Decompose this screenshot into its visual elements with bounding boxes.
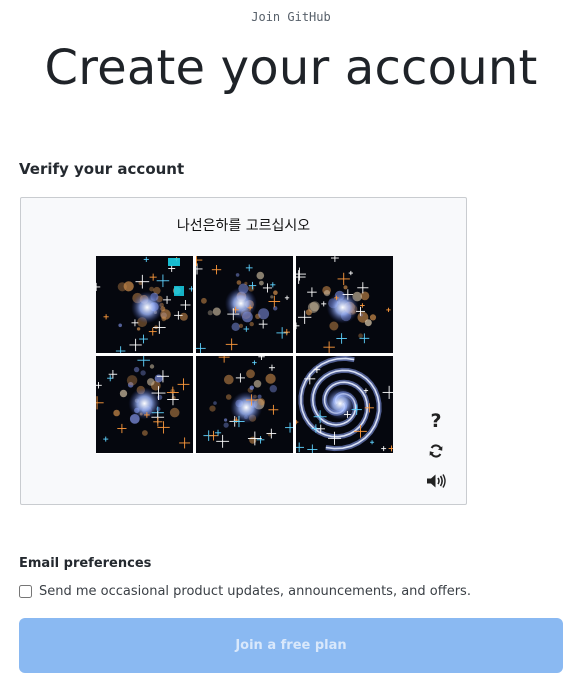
captcha-tile-1[interactable]	[96, 256, 193, 353]
galaxy-image-1	[96, 256, 193, 353]
join-github-eyebrow: Join GitHub	[251, 10, 331, 24]
audio-button[interactable]	[423, 468, 449, 494]
email-opt-in-label: Send me occasional product updates, anno…	[39, 584, 471, 599]
email-opt-in-checkbox[interactable]	[19, 585, 32, 598]
captcha-tile-6[interactable]	[296, 356, 393, 453]
captcha-tile-2[interactable]	[196, 256, 293, 353]
captcha-tile-3[interactable]	[296, 256, 393, 353]
captcha-prompt: 나선은하를 고르십시오	[176, 218, 311, 234]
verify-account-label: Verify your account	[19, 160, 185, 178]
galaxy-image-2	[196, 256, 293, 353]
galaxy-image-3	[296, 256, 393, 353]
speaker-icon	[427, 474, 446, 488]
question-mark-icon: ?	[430, 410, 442, 432]
captcha-tile-4[interactable]	[96, 356, 193, 453]
page-title: Create your account	[44, 40, 538, 96]
help-button[interactable]: ?	[423, 408, 449, 434]
galaxy-image-6	[296, 356, 393, 453]
galaxy-image-4	[96, 356, 193, 453]
join-free-plan-button[interactable]: Join a free plan	[19, 618, 563, 673]
captcha-panel: 나선은하를 고르십시오 ?	[20, 197, 467, 505]
refresh-icon	[429, 444, 443, 458]
captcha-tile-5[interactable]	[196, 356, 293, 453]
refresh-button[interactable]	[423, 438, 449, 464]
captcha-controls: ?	[423, 408, 449, 498]
galaxy-image-5	[196, 356, 293, 453]
email-opt-in-row[interactable]: Send me occasional product updates, anno…	[19, 584, 471, 599]
email-preferences-label: Email preferences	[19, 556, 152, 571]
captcha-image-grid	[96, 256, 393, 454]
